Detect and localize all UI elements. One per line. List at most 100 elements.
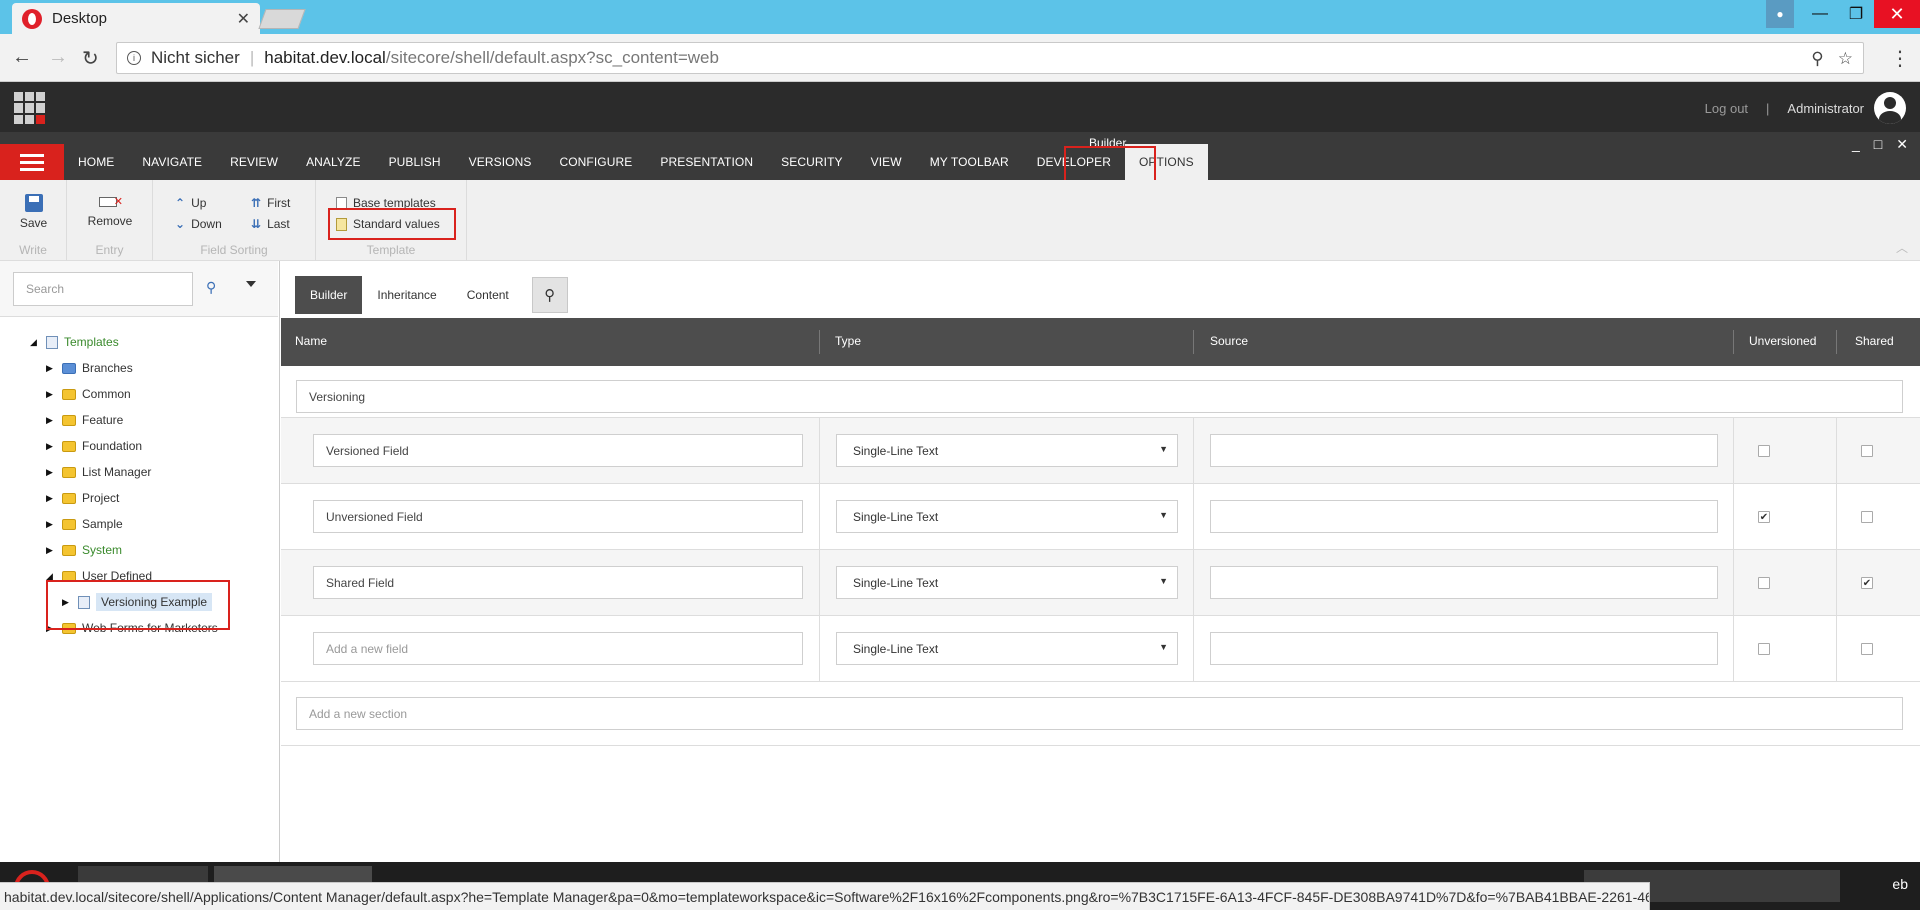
ribbon-minimize-icon[interactable]: _	[1852, 136, 1860, 153]
tab-my-toolbar[interactable]: MY TOOLBAR	[916, 144, 1023, 180]
group-field-sorting: ⌃ Up ⌄ Down ⇈ First ⇊ Last Field Sorting	[153, 180, 316, 261]
new-field-source-input[interactable]	[1210, 632, 1718, 665]
avatar[interactable]	[1874, 92, 1906, 124]
tree-node-foundation[interactable]: ▶ Foundation	[46, 435, 142, 457]
unversioned-checkbox[interactable]: ✔	[1758, 511, 1770, 523]
field-name-input[interactable]: Unversioned Field	[313, 500, 803, 533]
field-type-select[interactable]: Single-Line Text	[836, 566, 1178, 599]
field-name-input[interactable]: Shared Field	[313, 566, 803, 599]
column-divider	[1193, 330, 1194, 354]
expand-icon[interactable]: ▶	[46, 545, 56, 556]
new-section-input[interactable]: Add a new section	[296, 697, 1903, 730]
hamburger-menu-icon[interactable]	[0, 144, 64, 180]
tab-security[interactable]: SECURITY	[767, 144, 856, 180]
tab-review[interactable]: REVIEW	[216, 144, 292, 180]
shared-checkbox[interactable]	[1861, 445, 1873, 457]
field-type-select[interactable]: Single-Line Text	[836, 500, 1178, 533]
collapse-ribbon-icon[interactable]: ︿	[1896, 239, 1908, 256]
tree-node-list-manager[interactable]: ▶ List Manager	[46, 461, 151, 483]
info-icon[interactable]: i	[127, 51, 141, 65]
tab-home[interactable]: HOME	[64, 144, 128, 180]
collapse-icon[interactable]: ◢	[30, 337, 40, 348]
shared-checkbox[interactable]: ✔	[1861, 577, 1873, 589]
unversioned-checkbox[interactable]	[1758, 577, 1770, 589]
expand-icon[interactable]: ▶	[46, 389, 56, 400]
expand-icon[interactable]: ▶	[46, 441, 56, 452]
expand-icon[interactable]: ▶	[46, 493, 56, 504]
tree-node-templates[interactable]: ◢ Templates	[30, 331, 119, 353]
remove-button[interactable]: Remove	[67, 194, 153, 228]
column-divider	[819, 550, 820, 616]
tree-node-feature[interactable]: ▶ Feature	[46, 409, 123, 431]
search-input[interactable]	[13, 272, 193, 306]
save-button[interactable]: Save	[0, 194, 67, 230]
unversioned-checkbox[interactable]	[1758, 445, 1770, 457]
ribbon-tabs: HOME NAVIGATE REVIEW ANALYZE PUBLISH VER…	[0, 132, 1920, 184]
tree-search-row: ⚲	[0, 261, 278, 317]
field-source-input[interactable]	[1210, 434, 1718, 467]
ribbon-close-icon[interactable]: ✕	[1896, 136, 1908, 153]
field-name-input[interactable]: Versioned Field	[313, 434, 803, 467]
url-input[interactable]: i Nicht sicher | habitat.dev.local /site…	[116, 42, 1864, 74]
new-field-type-select[interactable]: Single-Line Text	[836, 632, 1178, 665]
expand-icon[interactable]: ▶	[46, 415, 56, 426]
tab-title: Desktop	[52, 10, 108, 27]
field-source-input[interactable]	[1210, 500, 1718, 533]
field-source-input[interactable]	[1210, 566, 1718, 599]
expand-icon[interactable]: ▶	[46, 363, 56, 374]
field-type-select[interactable]: Single-Line Text	[836, 434, 1178, 467]
reload-icon[interactable]: ↻	[82, 46, 99, 71]
column-divider	[1193, 550, 1194, 616]
bookmark-star-icon[interactable]: ☆	[1838, 49, 1853, 69]
column-type: Type	[835, 334, 862, 348]
tree-node-branches[interactable]: ▶ Branches	[46, 357, 133, 379]
ribbon-maximize-icon[interactable]: □	[1874, 136, 1882, 153]
tree-node-common[interactable]: ▶ Common	[46, 383, 131, 405]
highlight-standard-values	[328, 208, 456, 240]
url-security-label: Nicht sicher	[151, 48, 240, 67]
close-window-button[interactable]: ✕	[1874, 0, 1920, 28]
logout-link[interactable]: Log out	[1705, 101, 1748, 116]
up-button[interactable]: ⌃ Up	[175, 196, 206, 210]
down-button[interactable]: ⌄ Down	[175, 217, 222, 231]
tab-builder[interactable]: Builder	[295, 276, 363, 314]
tab-navigate[interactable]: NAVIGATE	[128, 144, 216, 180]
minimize-button[interactable]: —	[1802, 0, 1838, 28]
section-name-input[interactable]: Versioning	[296, 380, 1903, 413]
builder-search-icon[interactable]: ⚲	[531, 277, 568, 313]
search-icon[interactable]: ⚲	[206, 279, 216, 296]
tab-configure[interactable]: CONFIGURE	[545, 144, 646, 180]
tab-versions[interactable]: VERSIONS	[455, 144, 546, 180]
profile-icon[interactable]: ●	[1766, 0, 1794, 28]
up-arrow-icon: ⌃	[175, 196, 186, 210]
tab-presentation[interactable]: PRESENTATION	[646, 144, 767, 180]
last-button[interactable]: ⇊ Last	[251, 217, 290, 231]
new-field-name-input[interactable]: Add a new field	[313, 632, 803, 665]
browser-menu-icon[interactable]: ⋮	[1890, 46, 1910, 71]
launchpad-icon[interactable]	[14, 92, 46, 124]
tab-inheritance[interactable]: Inheritance	[362, 276, 452, 314]
tab-content[interactable]: Content	[451, 276, 524, 314]
zoom-search-icon[interactable]: ⚲	[1811, 49, 1823, 69]
browser-tab-desktop[interactable]: Desktop ✕	[12, 3, 260, 34]
search-options-chevron-icon[interactable]	[246, 281, 256, 287]
new-tab-button[interactable]	[258, 9, 306, 29]
tree-node-system[interactable]: ▶ System	[46, 539, 122, 561]
user-name[interactable]: Administrator	[1787, 101, 1864, 116]
tab-view[interactable]: VIEW	[857, 144, 916, 180]
column-divider	[819, 484, 820, 550]
tree-node-project[interactable]: ▶ Project	[46, 487, 119, 509]
restore-button[interactable]: ❐	[1838, 0, 1874, 28]
shared-checkbox[interactable]	[1861, 643, 1873, 655]
first-button[interactable]: ⇈ First	[251, 196, 290, 210]
tree-node-sample[interactable]: ▶ Sample	[46, 513, 123, 535]
forward-icon[interactable]: →	[48, 46, 68, 69]
expand-icon[interactable]: ▶	[46, 467, 56, 478]
tab-close-icon[interactable]: ✕	[237, 9, 250, 29]
shared-checkbox[interactable]	[1861, 511, 1873, 523]
tab-analyze[interactable]: ANALYZE	[292, 144, 375, 180]
tab-publish[interactable]: PUBLISH	[375, 144, 455, 180]
expand-icon[interactable]: ▶	[46, 519, 56, 530]
back-icon[interactable]: ←	[12, 46, 32, 69]
unversioned-checkbox[interactable]	[1758, 643, 1770, 655]
